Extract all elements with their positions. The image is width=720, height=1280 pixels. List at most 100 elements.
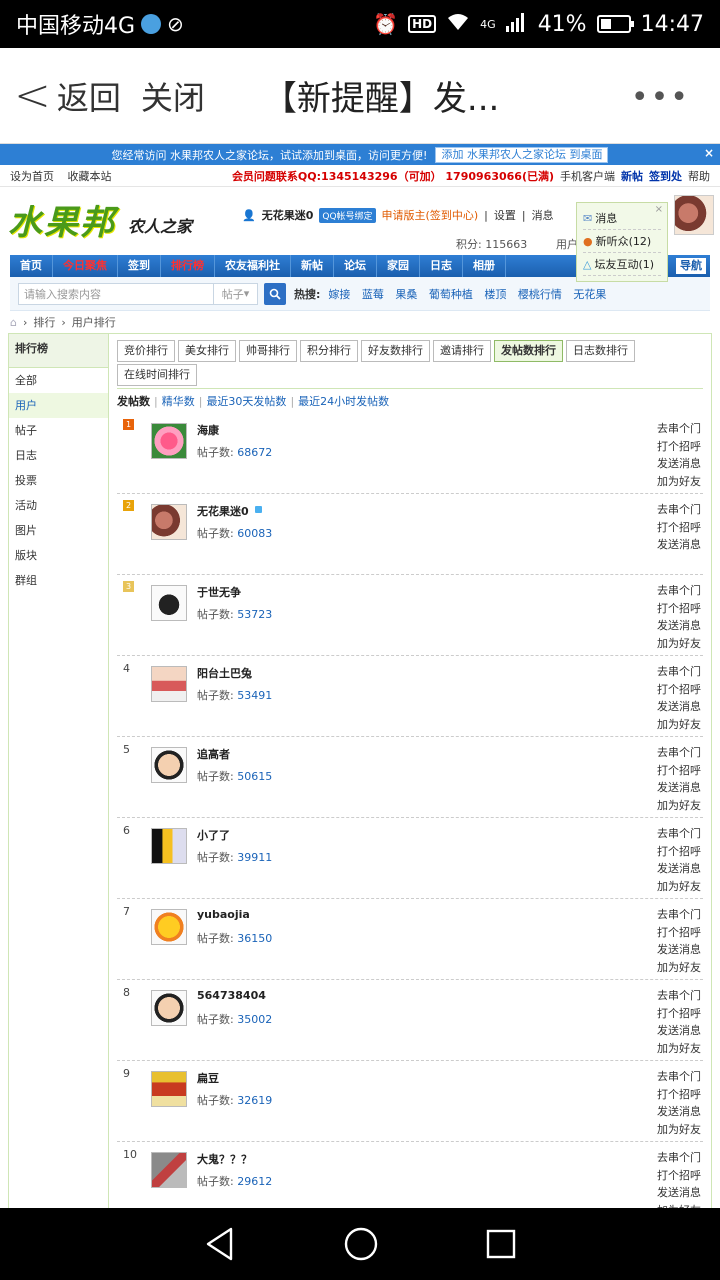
help-link[interactable]: 帮助 <box>688 168 710 184</box>
home-icon[interactable]: ⌂ <box>10 316 17 329</box>
sidebar-item-blogs[interactable]: 日志 <box>9 443 108 468</box>
greet-link[interactable]: 打个招呼 <box>657 843 701 861</box>
visit-link[interactable]: 去串个门 <box>657 1149 701 1167</box>
close-strip-button[interactable]: × <box>704 146 714 160</box>
add-friend-link[interactable]: 加为好友 <box>657 959 701 977</box>
greet-link[interactable]: 打个招呼 <box>657 1086 701 1104</box>
bookmark-link[interactable]: 收藏本站 <box>68 170 112 183</box>
send-message-link[interactable]: 发送消息 <box>657 617 701 635</box>
sidebar-item-images[interactable]: 图片 <box>9 518 108 543</box>
greet-link[interactable]: 打个招呼 <box>657 519 701 537</box>
nav-item-forum[interactable]: 论坛 <box>334 255 377 277</box>
ranked-user-name[interactable]: 海康 <box>197 422 219 438</box>
visit-link[interactable]: 去串个门 <box>657 663 701 681</box>
sidebar-item-all[interactable]: 全部 <box>9 368 108 393</box>
visit-link[interactable]: 去串个门 <box>657 420 701 438</box>
nav-item-home-space[interactable]: 家园 <box>377 255 420 277</box>
send-message-link[interactable]: 发送消息 <box>657 1103 701 1121</box>
sidebar-item-polls[interactable]: 投票 <box>9 468 108 493</box>
tab-invites[interactable]: 邀请排行 <box>433 340 491 362</box>
nav-recents-button[interactable] <box>485 1228 517 1260</box>
hot-link[interactable]: 蓝莓 <box>362 288 384 301</box>
subtab-post-count[interactable]: 发帖数 <box>117 393 150 409</box>
greet-link[interactable]: 打个招呼 <box>657 681 701 699</box>
send-message-link[interactable]: 发送消息 <box>657 779 701 797</box>
visit-link[interactable]: 去串个门 <box>657 1068 701 1086</box>
greet-link[interactable]: 打个招呼 <box>657 438 701 456</box>
nav-item-checkin[interactable]: 签到 <box>118 255 161 277</box>
search-input[interactable]: 请输入搜索内容 <box>19 286 213 302</box>
user-avatar[interactable] <box>151 1152 187 1188</box>
send-message-link[interactable]: 发送消息 <box>657 536 701 554</box>
site-logo[interactable]: 水果邦 农人之家 <box>8 195 208 245</box>
tab-beauty[interactable]: 美女排行 <box>178 340 236 362</box>
greet-link[interactable]: 打个招呼 <box>657 1005 701 1023</box>
user-avatar[interactable] <box>151 990 187 1026</box>
greet-link[interactable]: 打个招呼 <box>657 600 701 618</box>
add-friend-link[interactable]: 加为好友 <box>657 878 701 896</box>
add-friend-link[interactable]: 加为好友 <box>657 716 701 734</box>
subtab-digest[interactable]: 精华数 <box>162 393 195 409</box>
nav-home-button[interactable] <box>343 1226 379 1262</box>
new-posts-link[interactable]: 新帖 <box>621 168 643 184</box>
user-group-link[interactable]: 用户 <box>556 236 578 252</box>
nav-item-blog[interactable]: 日志 <box>420 255 463 277</box>
sidebar-item-events[interactable]: 活动 <box>9 493 108 518</box>
ranked-user-name[interactable]: 于世无争 <box>197 584 241 600</box>
tab-online-time[interactable]: 在线时间排行 <box>117 364 197 386</box>
user-avatar[interactable] <box>674 195 714 235</box>
send-message-link[interactable]: 发送消息 <box>657 455 701 473</box>
tab-blog-count[interactable]: 日志数排行 <box>566 340 635 362</box>
tab-post-count[interactable]: 发帖数排行 <box>494 340 563 362</box>
user-avatar[interactable] <box>151 585 187 621</box>
nav-item-album[interactable]: 相册 <box>463 255 506 277</box>
messages-link[interactable]: 消息 <box>532 207 554 223</box>
popup-item-followers[interactable]: ● 新听众(12) <box>583 230 661 253</box>
hot-link[interactable]: 楼顶 <box>484 288 506 301</box>
hot-link[interactable]: 无花果 <box>573 288 606 301</box>
nav-item-home[interactable]: 首页 <box>10 255 53 277</box>
send-message-link[interactable]: 发送消息 <box>657 1184 701 1202</box>
visit-link[interactable]: 去串个门 <box>657 825 701 843</box>
search-type-select[interactable]: 帖子 ▾ <box>213 283 257 304</box>
tab-handsome[interactable]: 帅哥排行 <box>239 340 297 362</box>
hot-link[interactable]: 樱桃行情 <box>518 288 562 301</box>
greet-link[interactable]: 打个招呼 <box>657 924 701 942</box>
ranked-user-name[interactable]: yubaojia <box>197 908 250 921</box>
visit-link[interactable]: 去串个门 <box>657 744 701 762</box>
sidebar-item-posts[interactable]: 帖子 <box>9 418 108 443</box>
visit-link[interactable]: 去串个门 <box>657 501 701 519</box>
add-friend-link[interactable]: 加为好友 <box>657 797 701 815</box>
close-button[interactable]: 关闭 <box>141 73 205 119</box>
tab-friends[interactable]: 好友数排行 <box>361 340 430 362</box>
visit-link[interactable]: 去串个门 <box>657 582 701 600</box>
ranked-user-name[interactable]: 扁豆 <box>197 1070 219 1086</box>
tab-bidding[interactable]: 竞价排行 <box>117 340 175 362</box>
nav-item-ranking[interactable]: 排行榜 <box>161 255 215 277</box>
greet-link[interactable]: 打个招呼 <box>657 762 701 780</box>
ranked-user-name[interactable]: 追高者 <box>197 746 230 762</box>
hot-link[interactable]: 嫁接 <box>328 288 350 301</box>
nav-item-focus[interactable]: 今日聚焦 <box>53 255 118 277</box>
sidebar-item-boards[interactable]: 版块 <box>9 543 108 568</box>
back-button[interactable]: < 返回 <box>14 73 121 119</box>
user-avatar[interactable] <box>151 909 187 945</box>
subtab-24hours[interactable]: 最近24小时发帖数 <box>298 393 389 409</box>
visit-link[interactable]: 去串个门 <box>657 987 701 1005</box>
user-avatar[interactable] <box>151 666 187 702</box>
ranked-user-name[interactable]: 564738404 <box>197 989 266 1002</box>
send-message-link[interactable]: 发送消息 <box>657 1022 701 1040</box>
send-message-link[interactable]: 发送消息 <box>657 698 701 716</box>
sidebar-item-users[interactable]: 用户 <box>9 393 108 418</box>
nav-item-welfare[interactable]: 农友福利社 <box>215 255 291 277</box>
add-to-desktop-button[interactable]: 添加 水果邦农人之家论坛 到桌面 <box>435 146 609 163</box>
popup-item-messages[interactable]: ✉ 消息 <box>583 207 661 230</box>
user-avatar[interactable] <box>151 1071 187 1107</box>
settings-link[interactable]: 设置 <box>494 207 516 223</box>
mobile-client-link[interactable]: 手机客户端 <box>560 168 615 184</box>
tab-points[interactable]: 积分排行 <box>300 340 358 362</box>
quick-nav-button[interactable]: 导航 <box>676 258 706 274</box>
user-avatar[interactable] <box>151 504 187 540</box>
apply-moderator-link[interactable]: 申请版主(签到中心) <box>382 207 479 223</box>
add-friend-link[interactable]: 加为好友 <box>657 1040 701 1058</box>
